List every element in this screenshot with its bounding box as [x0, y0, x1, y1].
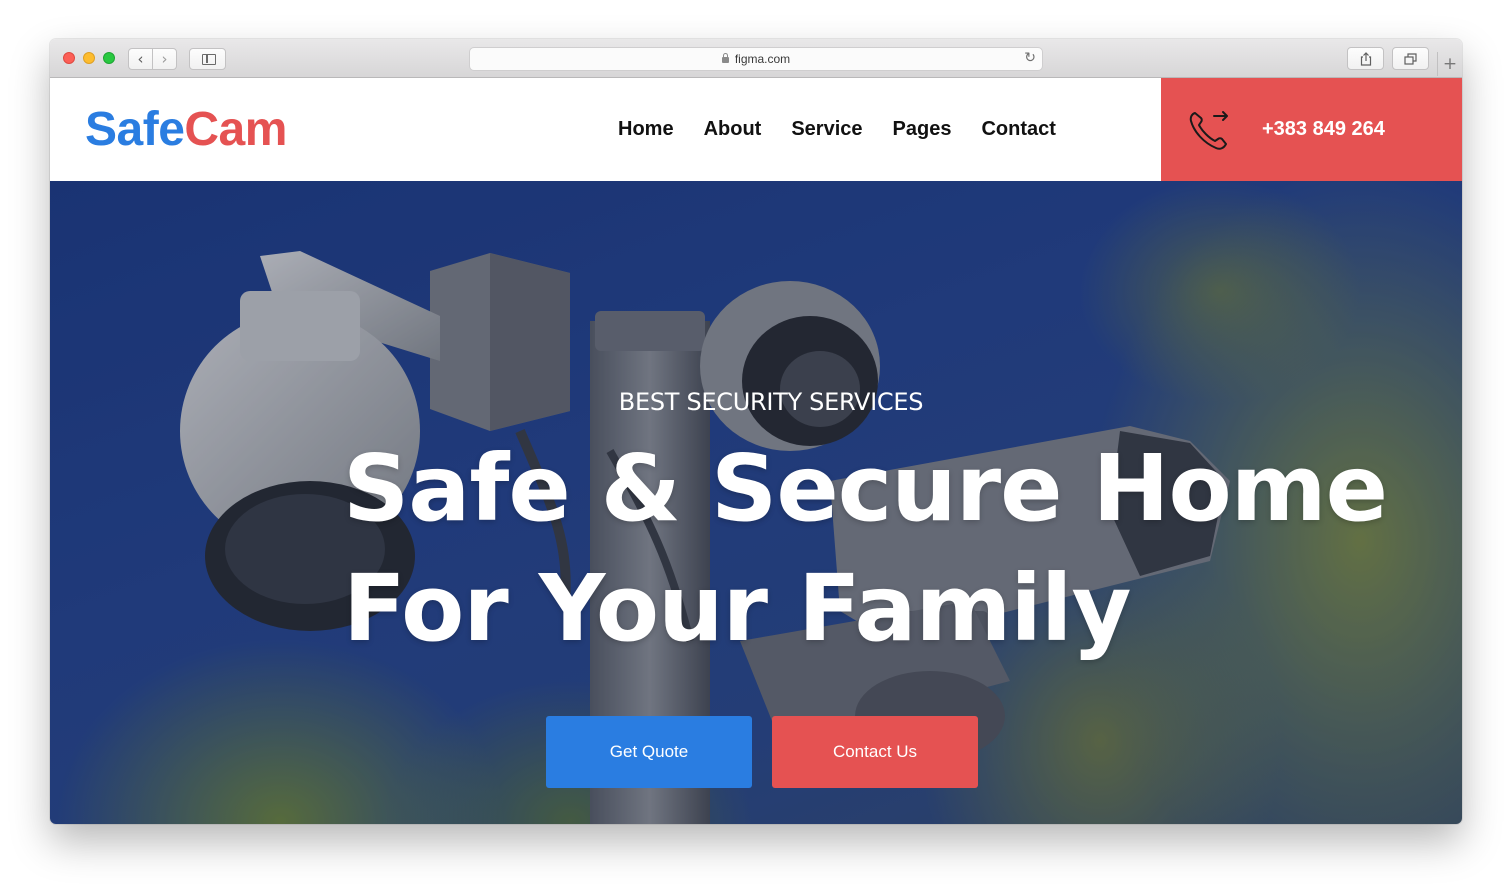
- logo-part-cam: Cam: [184, 103, 287, 156]
- get-quote-button[interactable]: Get Quote: [546, 716, 752, 788]
- nav-service[interactable]: Service: [791, 118, 862, 141]
- minimize-window-button[interactable]: [83, 52, 95, 64]
- hero-eyebrow: BEST SECURITY SERVICES: [618, 388, 924, 416]
- phone-number: +383 849 264: [1262, 118, 1385, 140]
- phone-call-icon: [1189, 111, 1228, 150]
- nav-pages[interactable]: Pages: [893, 118, 952, 141]
- headline-line-2: For Your Family: [343, 555, 1131, 662]
- nav-contact[interactable]: Contact: [981, 118, 1055, 141]
- sidebar-toggle-button[interactable]: [189, 48, 226, 70]
- chevron-right-icon: ›: [161, 50, 168, 68]
- tabs-icon: [1404, 52, 1417, 65]
- lock-icon: [721, 53, 729, 63]
- share-icon: [1360, 51, 1371, 66]
- main-nav: Home About Service Pages Contact: [618, 118, 1056, 141]
- close-window-button[interactable]: [63, 52, 75, 64]
- plus-icon: +: [1442, 54, 1458, 74]
- logo-part-safe: Safe: [85, 103, 185, 156]
- address-bar[interactable]: figma.com ↻: [469, 47, 1043, 71]
- chevron-left-icon: ‹: [137, 50, 144, 68]
- nav-home[interactable]: Home: [618, 118, 674, 141]
- new-tab-button[interactable]: +: [1437, 52, 1462, 76]
- sidebar-icon: [202, 54, 216, 65]
- contact-us-button[interactable]: Contact Us: [772, 716, 978, 788]
- share-button[interactable]: [1347, 47, 1384, 70]
- nav-about[interactable]: About: [704, 118, 762, 141]
- browser-window: ‹ › figma.com ↻ + SafeCam Home About Ser…: [50, 39, 1462, 824]
- hero-headline: Safe & Secure Home For Your Family: [343, 429, 1388, 669]
- site-logo[interactable]: SafeCam: [85, 102, 287, 157]
- hero-section: BEST SECURITY SERVICES Safe & Secure Hom…: [50, 181, 1462, 824]
- reload-icon[interactable]: ↻: [1024, 50, 1036, 66]
- address-url: figma.com: [734, 52, 791, 66]
- browser-toolbar: ‹ › figma.com ↻ +: [50, 39, 1462, 78]
- show-tabs-button[interactable]: [1392, 47, 1429, 70]
- forward-button[interactable]: ›: [152, 48, 177, 70]
- headline-line-1: Safe & Secure Home: [343, 435, 1388, 542]
- zoom-window-button[interactable]: [103, 52, 115, 64]
- phone-callout[interactable]: +383 849 264: [1161, 78, 1462, 181]
- site-header: SafeCam Home About Service Pages Contact…: [50, 78, 1462, 181]
- back-button[interactable]: ‹: [128, 48, 153, 70]
